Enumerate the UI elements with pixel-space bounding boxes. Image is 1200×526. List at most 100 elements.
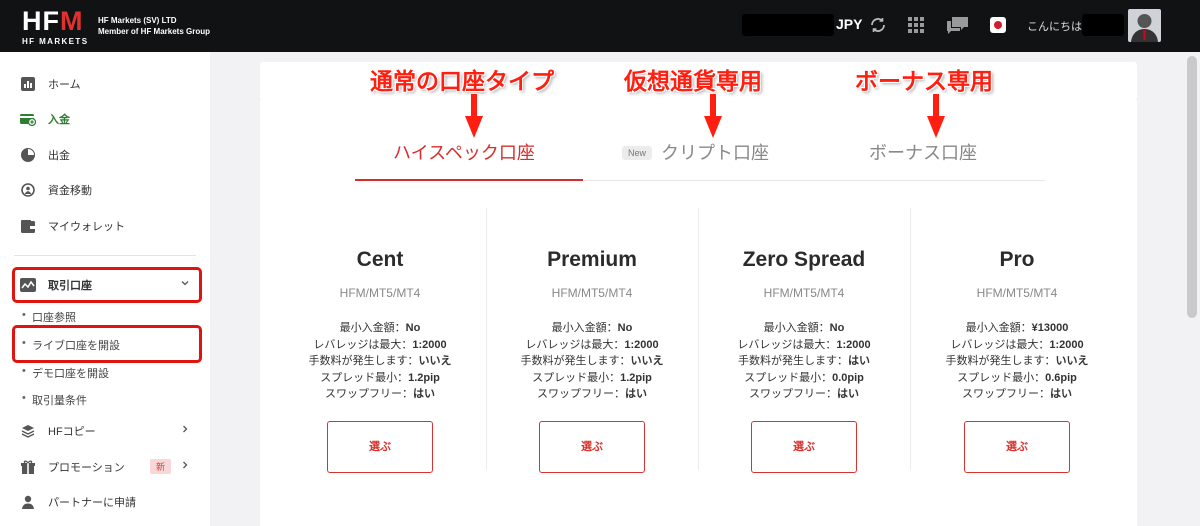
- spec-min-spread: スプレッド最小：1.2pip: [532, 371, 652, 384]
- greeting-text: こんにちは: [1027, 21, 1082, 33]
- account-card-premium: Premium HFM/MT5/MT4 最小入金額：No レバレッジは最大：1:…: [486, 208, 698, 473]
- account-name: Pro: [999, 248, 1035, 271]
- spec-max-leverage: レバレッジは最大：1:2000: [737, 338, 871, 351]
- account-name: Zero Spread: [742, 248, 866, 271]
- spec-min-deposit: 最小入金額：No: [763, 322, 845, 334]
- account-card-cent: Cent HFM/MT5/MT4 最小入金額：No レバレッジは最大：1:200…: [274, 208, 486, 473]
- refresh-icon[interactable]: [867, 14, 889, 36]
- company-group: Member of HF Markets Group: [98, 27, 211, 36]
- arrow-down-icon: [465, 94, 483, 138]
- deposit-icon: [20, 111, 36, 127]
- select-button-zero-spread[interactable]: 選ぶ: [751, 421, 857, 473]
- sidebar-subitem-volume-conditions[interactable]: 取引量条件: [22, 392, 87, 408]
- spec-min-deposit: 最小入金額：¥13000: [965, 322, 1069, 334]
- account-platform: HFM/MT5/MT4: [763, 286, 845, 300]
- spec-swap-free: スワップフリー：はい: [962, 388, 1072, 400]
- avatar[interactable]: [1128, 9, 1161, 42]
- company-info: HF Markets (SV) LTD Member of HF Markets…: [98, 15, 210, 37]
- page-scrollbar-thumb[interactable]: [1187, 56, 1197, 318]
- account-specs: 最小入金額：¥13000 レバレッジは最大：1:2000 手数料が発生します：い…: [911, 320, 1123, 403]
- highlight-trading-accounts: [12, 267, 202, 303]
- chat-icon[interactable]: [945, 14, 971, 36]
- account-card-zero-spread: Zero Spread HFM/MT5/MT4 最小入金額：No レバレッジは最…: [698, 208, 910, 473]
- tab-high-spec-account[interactable]: ハイスペック口座: [393, 139, 535, 165]
- sidebar-item-label: パートナーに申請: [48, 497, 136, 509]
- sidebar-subitem-open-demo-account[interactable]: デモ口座を開設: [22, 365, 109, 381]
- arrow-down-icon: [927, 94, 945, 138]
- arrow-down-icon: [704, 94, 722, 138]
- account-specs: 最小入金額：No レバレッジは最大：1:2000 手数料が発生します：いいえ ス…: [274, 320, 486, 403]
- account-platform: HFM/MT5/MT4: [551, 286, 633, 300]
- chevron-right-icon: [180, 460, 190, 473]
- redacted-username: [1082, 14, 1124, 36]
- chart-icon: [20, 76, 36, 92]
- spec-commission: 手数料が発生します：いいえ: [308, 355, 452, 367]
- apps-grid-icon[interactable]: [905, 14, 927, 36]
- select-button-premium[interactable]: 選ぶ: [539, 421, 645, 473]
- new-badge: 新: [150, 459, 172, 474]
- spec-min-deposit: 最小入金額：No: [551, 322, 633, 334]
- account-platform: HFM/MT5/MT4: [976, 286, 1058, 300]
- account-specs: 最小入金額：No レバレッジは最大：1:2000 手数料が発生します：はい スプ…: [698, 320, 910, 403]
- sidebar-item-deposit[interactable]: 入金: [0, 102, 210, 136]
- spec-max-leverage: レバレッジは最大：1:2000: [950, 338, 1084, 351]
- tab-bonus-account[interactable]: ボーナス口座: [869, 139, 977, 165]
- annotation-standard-account: 通常の口座タイプ: [370, 69, 554, 95]
- sidebar-divider: [14, 255, 196, 256]
- logo-text-accent: M: [60, 6, 84, 36]
- sidebar-item-promotions[interactable]: プロモーション 新: [0, 450, 210, 484]
- sidebar-item-label: プロモーション: [48, 462, 125, 474]
- spec-max-leverage: レバレッジは最大：1:2000: [313, 338, 447, 351]
- sidebar-subitem-view-accounts[interactable]: 口座参照: [22, 309, 76, 325]
- account-name: Premium: [547, 248, 637, 271]
- spec-min-spread: スプレッド最小：0.6pip: [957, 371, 1077, 384]
- hfm-logo[interactable]: HFM HF MARKETS: [22, 6, 89, 47]
- sidebar-item-label: 出金: [48, 150, 70, 162]
- sidebar-item-label: ホーム: [48, 79, 81, 91]
- logo-subtitle: HF MARKETS: [22, 37, 89, 46]
- account-specs: 最小入金額：No レバレッジは最大：1:2000 手数料が発生します：いいえ ス…: [486, 320, 698, 403]
- spec-min-deposit: 最小入金額：No: [339, 322, 421, 334]
- spec-min-spread: スプレッド最小：0.0pip: [744, 371, 864, 384]
- annotation-bonus-account: ボーナス専用: [855, 69, 993, 95]
- sidebar-item-transfer[interactable]: 資金移動: [0, 173, 210, 207]
- currency-label[interactable]: JPY: [836, 16, 862, 32]
- highlight-open-live-account: [12, 325, 202, 363]
- sidebar: ホーム 入金 出金 資金移動 マイウォレット 取引口座 口座参照 ライブ口座を開…: [0, 52, 210, 526]
- spec-commission: 手数料が発生します：いいえ: [520, 355, 664, 367]
- person-icon: [20, 494, 36, 510]
- annotation-crypto-account: 仮想通貨専用: [624, 69, 762, 95]
- select-button-pro[interactable]: 選ぶ: [964, 421, 1070, 473]
- top-header: HFM HF MARKETS HF Markets (SV) LTD Membe…: [0, 0, 1200, 52]
- spec-commission: 手数料が発生します：はい: [738, 355, 870, 367]
- logo-text: HF: [22, 6, 60, 36]
- account-card-pro: Pro HFM/MT5/MT4 最小入金額：¥13000 レバレッジは最大：1:…: [911, 208, 1123, 473]
- sidebar-item-hf-copy[interactable]: HFコピー: [0, 414, 210, 448]
- sidebar-item-label: マイウォレット: [48, 221, 125, 233]
- sidebar-item-label: HFコピー: [48, 426, 96, 438]
- sidebar-item-partner-apply[interactable]: パートナーに申請: [0, 485, 210, 519]
- chevron-right-icon: [180, 424, 190, 437]
- spec-swap-free: スワップフリー：はい: [749, 388, 859, 400]
- spec-commission: 手数料が発生します：いいえ: [945, 355, 1089, 367]
- tab-crypto-account[interactable]: クリプト口座: [661, 139, 769, 165]
- sidebar-item-home[interactable]: ホーム: [0, 67, 210, 101]
- active-tab-indicator: [355, 179, 583, 181]
- japan-flag-icon[interactable]: [987, 14, 1009, 36]
- sidebar-item-wallet[interactable]: マイウォレット: [0, 209, 210, 243]
- spec-max-leverage: レバレッジは最大：1:2000: [525, 338, 659, 351]
- wallet-icon: [20, 218, 36, 234]
- sidebar-item-label: 入金: [48, 114, 70, 126]
- new-badge: New: [622, 146, 653, 160]
- withdraw-icon: [20, 147, 36, 163]
- layers-icon: [20, 423, 36, 439]
- transfer-icon: [20, 182, 36, 198]
- sidebar-item-withdraw[interactable]: 出金: [0, 138, 210, 172]
- company-name: HF Markets (SV) LTD: [98, 16, 177, 25]
- sidebar-item-label: 資金移動: [48, 185, 92, 197]
- gift-icon: [20, 459, 36, 475]
- spec-swap-free: スワップフリー：はい: [325, 388, 435, 400]
- redacted-balance: [742, 14, 834, 36]
- account-name: Cent: [356, 248, 404, 271]
- select-button-cent[interactable]: 選ぶ: [327, 421, 433, 473]
